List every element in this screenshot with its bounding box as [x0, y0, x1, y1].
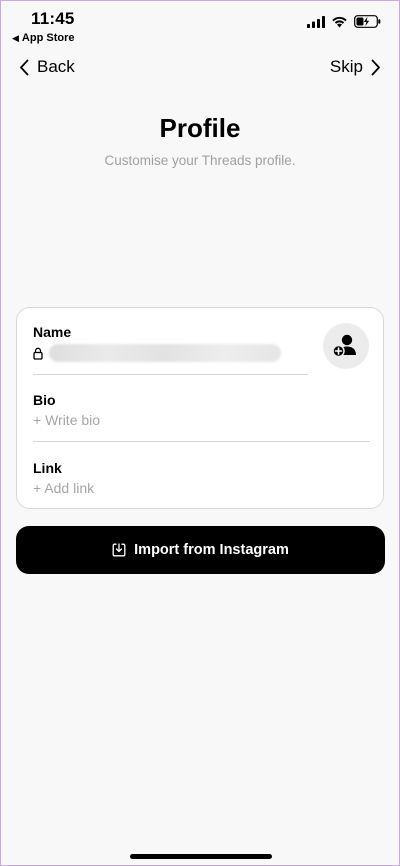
page-title: Profile: [159, 113, 241, 143]
back-triangle-icon: ◀: [12, 32, 19, 43]
import-from-instagram-button[interactable]: Import from Instagram: [16, 526, 385, 574]
wifi-icon: [332, 16, 347, 27]
home-indicator[interactable]: [130, 854, 272, 859]
chevron-left-icon: [20, 59, 29, 75]
add-avatar-button[interactable]: [323, 323, 369, 369]
link-label: Link: [33, 460, 62, 476]
back-app-label: App Store: [21, 32, 75, 44]
name-label: Name: [33, 324, 72, 340]
bio-label: Bio: [33, 392, 56, 408]
add-person-icon: [332, 334, 356, 358]
name-value-redacted: [49, 344, 281, 362]
link-input[interactable]: + Add link: [33, 480, 94, 496]
status-icons: [307, 15, 381, 28]
back-to-app-store[interactable]: ◀ App Store: [12, 32, 74, 44]
divider: [33, 374, 308, 375]
lock-icon: [33, 347, 43, 360]
import-label: Import from Instagram: [134, 542, 289, 558]
back-label: Back: [37, 57, 75, 76]
profile-card: Name Bio + Write bio Link + Add link: [16, 307, 384, 509]
divider: [33, 441, 370, 442]
back-button[interactable]: Back: [19, 57, 75, 77]
nav-bar: Back Skip: [1, 57, 399, 83]
skip-button[interactable]: Skip: [330, 57, 381, 77]
skip-label: Skip: [329, 57, 363, 76]
battery-charging-icon: [354, 15, 381, 28]
chevron-right-icon: [371, 59, 380, 75]
bio-input[interactable]: + Write bio: [33, 412, 100, 428]
name-field: [33, 344, 281, 362]
page-subtitle: Customise your Threads profile.: [104, 153, 296, 168]
status-time: 11:45: [31, 9, 75, 28]
download-icon: [112, 543, 126, 557]
status-bar: 11:45 ◀ App Store: [1, 1, 399, 47]
signal-icon: [307, 15, 325, 28]
